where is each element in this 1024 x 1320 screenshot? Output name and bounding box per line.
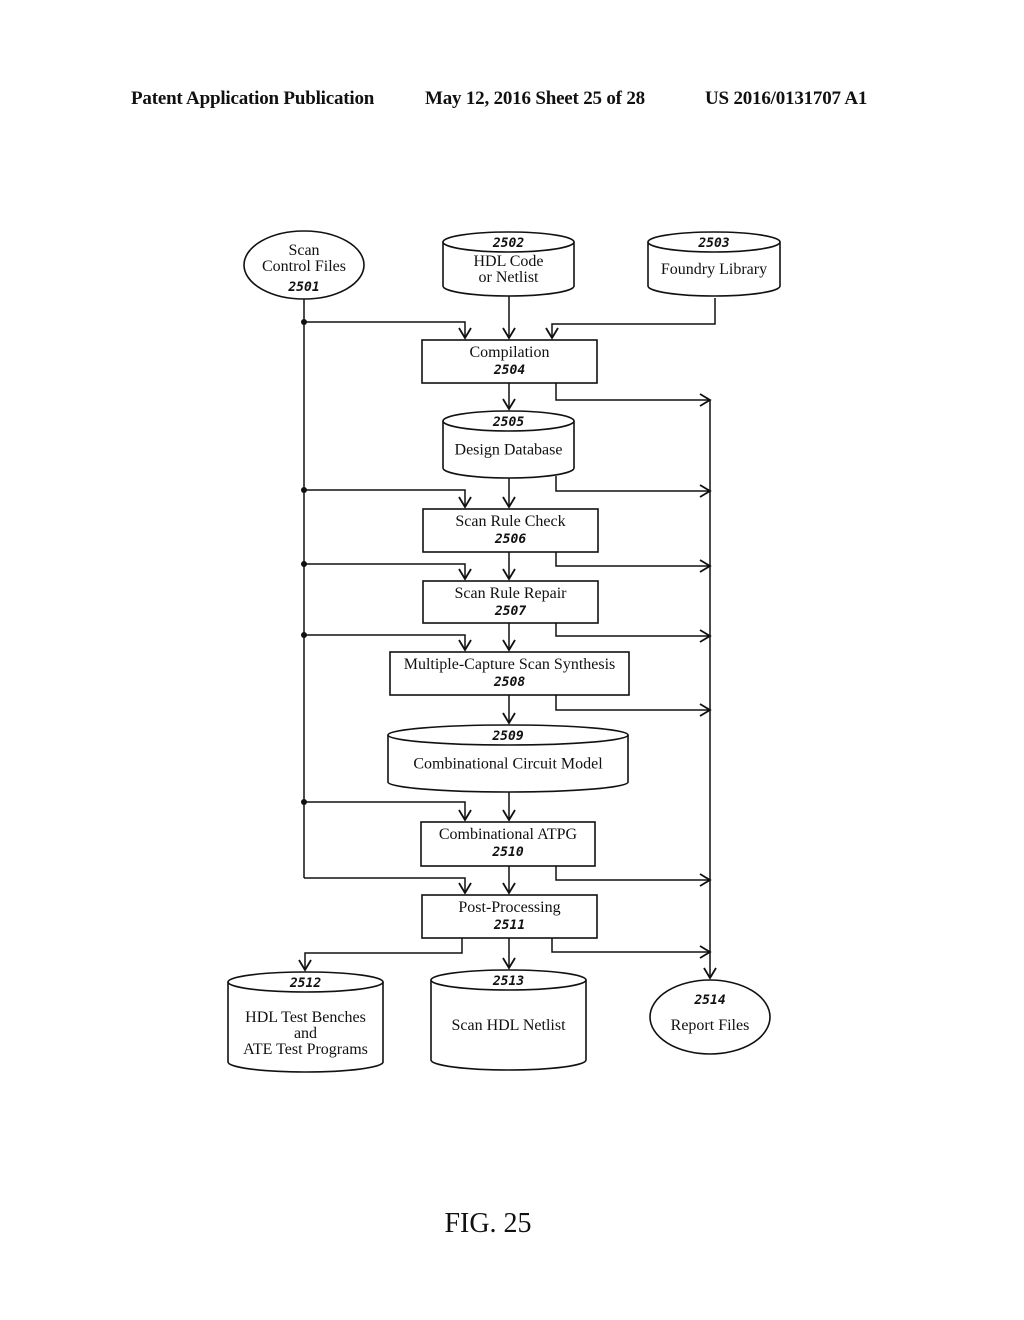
control-tap bbox=[304, 801, 466, 820]
control-tap bbox=[304, 563, 466, 579]
node-label: ATE Test Programs bbox=[243, 1041, 368, 1058]
reference-number: 2507 bbox=[494, 604, 526, 619]
node-label: or Netlist bbox=[479, 269, 540, 286]
control-tap bbox=[304, 489, 466, 507]
reference-number: 2503 bbox=[697, 236, 729, 251]
node-label: Scan Rule Repair bbox=[455, 585, 568, 602]
node-2502: HDL Codeor Netlist 2502 bbox=[442, 231, 575, 297]
reference-number: 2502 bbox=[492, 236, 524, 251]
node-label: Combinational Circuit Model bbox=[413, 756, 603, 773]
reference-number: 2505 bbox=[492, 415, 524, 430]
node-2508: Multiple-Capture Scan Synthesis 2508 bbox=[389, 651, 630, 696]
node-label: Combinational ATPG bbox=[439, 826, 578, 843]
reference-number: 2501 bbox=[287, 280, 319, 295]
node-label: Multiple-Capture Scan Synthesis bbox=[404, 656, 616, 673]
control-tap bbox=[304, 877, 466, 893]
node-2503: Foundry Library 2503 bbox=[647, 231, 781, 297]
nodes: ScanControl Files 2501 HDL Codeor Netlist 2… bbox=[227, 230, 781, 1073]
reference-number: 2511 bbox=[493, 918, 525, 933]
flowchart-diagram: ScanControl Files 2501 HDL Codeor Netlist 2… bbox=[227, 230, 781, 1073]
reference-number: 2510 bbox=[491, 845, 523, 860]
edge-2511-2512 bbox=[304, 938, 463, 970]
node-label: Foundry Library bbox=[661, 261, 767, 278]
reference-number: 2512 bbox=[289, 976, 321, 991]
node-label: Post-Processing bbox=[458, 899, 560, 916]
reference-number: 2508 bbox=[493, 675, 525, 690]
edge-2501-2504 bbox=[304, 321, 466, 338]
node-2501: ScanControl Files 2501 bbox=[243, 230, 365, 300]
reference-number: 2506 bbox=[494, 532, 526, 547]
edge-2503-2504 bbox=[551, 298, 716, 338]
node-label: Control Files bbox=[262, 258, 346, 275]
node-2514: Report Files 2514 bbox=[649, 979, 771, 1055]
node-label: Compilation bbox=[470, 344, 550, 361]
reference-number: 2513 bbox=[492, 974, 524, 989]
node-label: Report Files bbox=[671, 1017, 750, 1034]
node-label: HDL Code bbox=[473, 253, 543, 270]
node-label: Design Database bbox=[455, 442, 563, 459]
report-tap bbox=[555, 552, 710, 567]
node-2512: HDL Test BenchesandATE Test Programs 2512 bbox=[227, 971, 384, 1073]
node-2509: Combinational Circuit Model 2509 bbox=[387, 724, 629, 793]
report-tap bbox=[555, 695, 710, 711]
figure-caption: FIG. 25 bbox=[444, 1208, 532, 1239]
node-2510: Combinational ATPG 2510 bbox=[420, 821, 596, 867]
node-2504: Compilation 2504 bbox=[421, 339, 598, 384]
control-tap bbox=[304, 634, 466, 650]
node-2507: Scan Rule Repair 2507 bbox=[422, 580, 599, 624]
node-2513: Scan HDL Netlist 2513 bbox=[430, 969, 587, 1071]
reference-number: 2504 bbox=[493, 363, 525, 378]
node-2506: Scan Rule Check 2506 bbox=[422, 508, 599, 553]
report-tap bbox=[555, 476, 710, 492]
report-tap bbox=[555, 623, 710, 637]
node-label: HDL Test Benches bbox=[245, 1009, 366, 1026]
figure-caption-wrap: FIG. 25 bbox=[0, 1208, 1024, 1240]
reference-number: 2509 bbox=[491, 729, 523, 744]
node-label: Scan HDL Netlist bbox=[451, 1017, 566, 1034]
report-tap bbox=[555, 866, 710, 881]
report-tap bbox=[555, 383, 710, 401]
connectors bbox=[298, 296, 717, 980]
report-tap bbox=[551, 938, 710, 953]
node-2511: Post-Processing 2511 bbox=[421, 894, 598, 939]
reference-number: 2514 bbox=[693, 993, 725, 1008]
node-label: Scan bbox=[288, 242, 319, 259]
node-label: and bbox=[294, 1025, 317, 1042]
node-2505: Design Database 2505 bbox=[442, 410, 575, 479]
node-label: Scan Rule Check bbox=[455, 513, 565, 530]
